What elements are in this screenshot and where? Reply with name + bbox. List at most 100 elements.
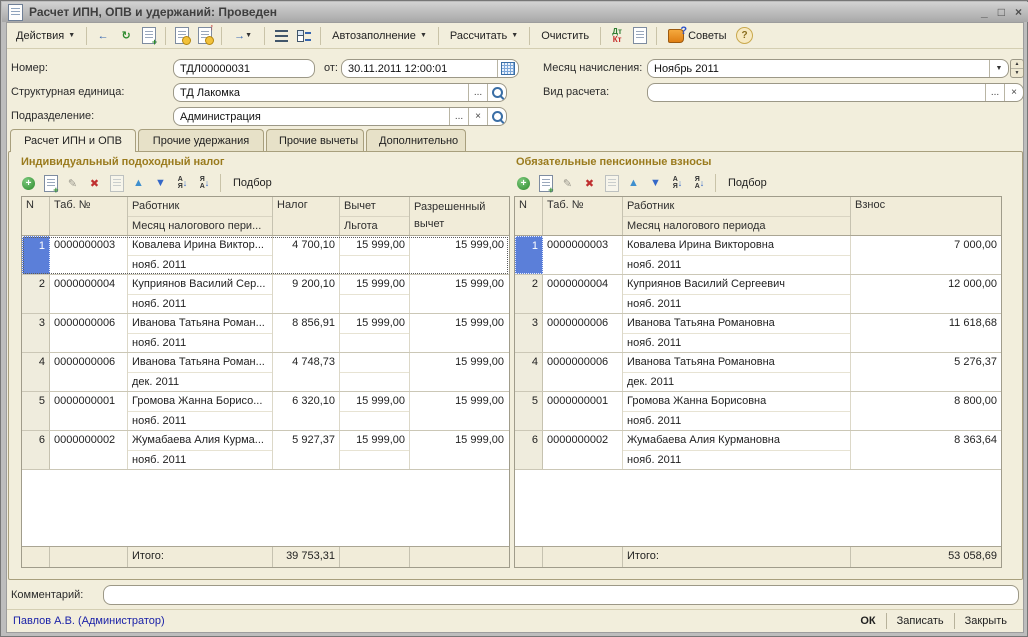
department-select-button[interactable]: ... bbox=[449, 108, 468, 125]
opv-table-row[interactable]: 5 0000000001 Громова Жанна Борисовнанояб… bbox=[515, 392, 1001, 431]
department-field[interactable]: ... × bbox=[173, 107, 507, 126]
dt-kt-button[interactable]: ДтКт bbox=[607, 26, 627, 46]
opv-move-down-button[interactable]: ▼ bbox=[646, 174, 665, 193]
advice-book-icon: ? bbox=[668, 29, 684, 43]
tab-panel: Индивидуальный подоходный налог + + ✎ ✖ … bbox=[8, 151, 1023, 580]
ipn-delete-row-button[interactable]: ✖ bbox=[85, 174, 104, 193]
tab-other-withholdings[interactable]: Прочие удержания bbox=[138, 129, 264, 151]
close-form-button[interactable]: Закрыть bbox=[955, 610, 1017, 632]
structure-button[interactable] bbox=[271, 26, 291, 46]
opv-edit-row-button[interactable]: ✎ bbox=[558, 174, 577, 193]
opv-table-row[interactable]: 4 0000000006 Иванова Татьяна Романовнаде… bbox=[515, 353, 1001, 392]
ipn-pick-button[interactable]: Подбор bbox=[227, 175, 278, 191]
ipn-table-row[interactable]: 1 0000000003 Ковалева Ирина Виктор...ноя… bbox=[22, 236, 509, 275]
opv-sort-desc-button[interactable]: ЯА↓ bbox=[690, 174, 709, 193]
month-spinner[interactable]: ▲ ▼ bbox=[1010, 59, 1024, 78]
ipn-table-row[interactable]: 2 0000000004 Куприянов Василий Сер...ноя… bbox=[22, 275, 509, 314]
list-structure-icon bbox=[275, 30, 288, 42]
opv-table-row[interactable]: 6 0000000002 Жумабаева Алия Курмановнано… bbox=[515, 431, 1001, 470]
ipn-move-down-button[interactable]: ▼ bbox=[151, 174, 170, 193]
opv-sort-asc-button[interactable]: АЯ↓ bbox=[668, 174, 687, 193]
unpost-document-button[interactable]: ↑ bbox=[195, 26, 215, 46]
spinner-up-icon[interactable]: ▲ bbox=[1011, 60, 1023, 69]
spinner-down-icon[interactable]: ▼ bbox=[1011, 69, 1023, 77]
ipn-sort-desc-button[interactable]: ЯА↓ bbox=[195, 174, 214, 193]
ipn-add-row-button[interactable]: + bbox=[19, 174, 38, 193]
opv-delete-row-button[interactable]: ✖ bbox=[580, 174, 599, 193]
ipn-table-row[interactable]: 4 0000000006 Иванова Татьяна Роман...дек… bbox=[22, 353, 509, 392]
opv-table-row[interactable]: 3 0000000006 Иванова Татьяна Романовнано… bbox=[515, 314, 1001, 353]
calc-type-field[interactable]: ... × bbox=[647, 83, 1024, 102]
department-open-button[interactable] bbox=[487, 108, 506, 125]
minimize-button[interactable]: _ bbox=[981, 4, 988, 20]
opv-pick-button[interactable]: Подбор bbox=[722, 175, 773, 191]
comment-field[interactable] bbox=[103, 585, 1019, 605]
ipn-table-row[interactable]: 5 0000000001 Громова Жанна Борисо...нояб… bbox=[22, 392, 509, 431]
clear-button[interactable]: Очистить bbox=[536, 28, 594, 44]
opv-table-row[interactable]: 2 0000000004 Куприянов Василий Сергеевич… bbox=[515, 275, 1001, 314]
comment-input[interactable] bbox=[104, 586, 1018, 604]
copy-document-button[interactable]: + bbox=[139, 26, 159, 46]
col-header-worker: Работник Месяц налогового периода bbox=[623, 197, 851, 235]
ipn-edit-row-button[interactable]: ✎ bbox=[63, 174, 82, 193]
calculate-menu-button[interactable]: Рассчитать ▼ bbox=[445, 28, 523, 44]
opv-copy-row-button[interactable]: + bbox=[536, 174, 555, 193]
unit-open-button[interactable] bbox=[487, 84, 506, 101]
ipn-end-edit-button[interactable] bbox=[107, 174, 126, 193]
opv-table-row[interactable]: 1 0000000003 Ковалева Ирина Викторовнано… bbox=[515, 236, 1001, 275]
magnifier-icon bbox=[492, 87, 503, 98]
calctype-select-button[interactable]: ... bbox=[985, 84, 1004, 101]
magnifier-icon bbox=[492, 111, 503, 122]
save-button[interactable]: Записать bbox=[887, 610, 954, 632]
number-input[interactable] bbox=[174, 60, 314, 77]
number-field[interactable] bbox=[173, 59, 315, 78]
go-to-menu-button[interactable]: →▼ bbox=[228, 26, 258, 46]
ipn-table-row[interactable]: 3 0000000006 Иванова Татьяна Роман...ноя… bbox=[22, 314, 509, 353]
calc-type-input[interactable] bbox=[648, 84, 985, 101]
sort-asc-icon: АЯ↓ bbox=[178, 176, 188, 190]
unit-select-button[interactable]: ... bbox=[468, 84, 487, 101]
calendar-button[interactable] bbox=[497, 60, 518, 77]
date-input[interactable] bbox=[342, 60, 497, 77]
accrual-month-field[interactable]: ▼ bbox=[647, 59, 1009, 78]
tab-other-deductions[interactable]: Прочие вычеты bbox=[266, 129, 364, 151]
opv-end-edit-button[interactable] bbox=[602, 174, 621, 193]
accrual-month-input[interactable] bbox=[648, 60, 989, 77]
ipn-table-row[interactable]: 6 0000000002 Жумабаева Алия Курма...нояб… bbox=[22, 431, 509, 470]
copy-document-icon: + bbox=[142, 27, 156, 44]
reread-document-button[interactable]: ← bbox=[93, 26, 113, 46]
advice-button[interactable]: ? Советы bbox=[663, 27, 731, 45]
structural-unit-field[interactable]: ... bbox=[173, 83, 507, 102]
col-header-tab-no: Таб. № bbox=[50, 197, 128, 235]
tab-ipn-opv[interactable]: Расчет ИПН и ОПВ bbox=[10, 129, 136, 152]
date-field[interactable] bbox=[341, 59, 519, 78]
actions-menu-button[interactable]: Действия ▼ bbox=[11, 28, 80, 44]
ok-button[interactable]: ОК bbox=[850, 610, 885, 632]
maximize-button[interactable]: □ bbox=[998, 4, 1005, 20]
structural-unit-input[interactable] bbox=[174, 84, 468, 101]
ipn-total-label: Итого: bbox=[128, 547, 273, 567]
set-flags-button[interactable] bbox=[294, 26, 314, 46]
ipn-copy-row-button[interactable]: + bbox=[41, 174, 60, 193]
department-clear-button[interactable]: × bbox=[468, 108, 487, 125]
copy-row-icon: + bbox=[44, 175, 58, 192]
titlebar[interactable]: Расчет ИПН, ОПВ и удержаний: Проведен _ … bbox=[2, 2, 1028, 22]
add-icon: + bbox=[517, 177, 530, 190]
month-dropdown-button[interactable]: ▼ bbox=[989, 60, 1008, 77]
report-button[interactable] bbox=[630, 26, 650, 46]
department-input[interactable] bbox=[174, 108, 449, 125]
tab-additional[interactable]: Дополнительно bbox=[366, 129, 466, 151]
autofill-menu-button[interactable]: Автозаполнение ▼ bbox=[327, 28, 432, 44]
ipn-move-up-button[interactable]: ▲ bbox=[129, 174, 148, 193]
refresh-button[interactable]: ↻ bbox=[116, 26, 136, 46]
close-button[interactable]: × bbox=[1015, 4, 1022, 20]
post-document-button[interactable] bbox=[172, 26, 192, 46]
checkbox-list-icon bbox=[297, 30, 311, 42]
opv-add-row-button[interactable]: + bbox=[514, 174, 533, 193]
comment-label: Комментарий: bbox=[11, 586, 83, 605]
ipn-sort-asc-button[interactable]: АЯ↓ bbox=[173, 174, 192, 193]
help-button[interactable]: ? bbox=[735, 26, 755, 46]
opv-move-up-button[interactable]: ▲ bbox=[624, 174, 643, 193]
form-window: Действия ▼ ← ↻ + ↑ →▼ Автозаполнение ▼ Р… bbox=[6, 22, 1024, 633]
calctype-clear-button[interactable]: × bbox=[1004, 84, 1023, 101]
